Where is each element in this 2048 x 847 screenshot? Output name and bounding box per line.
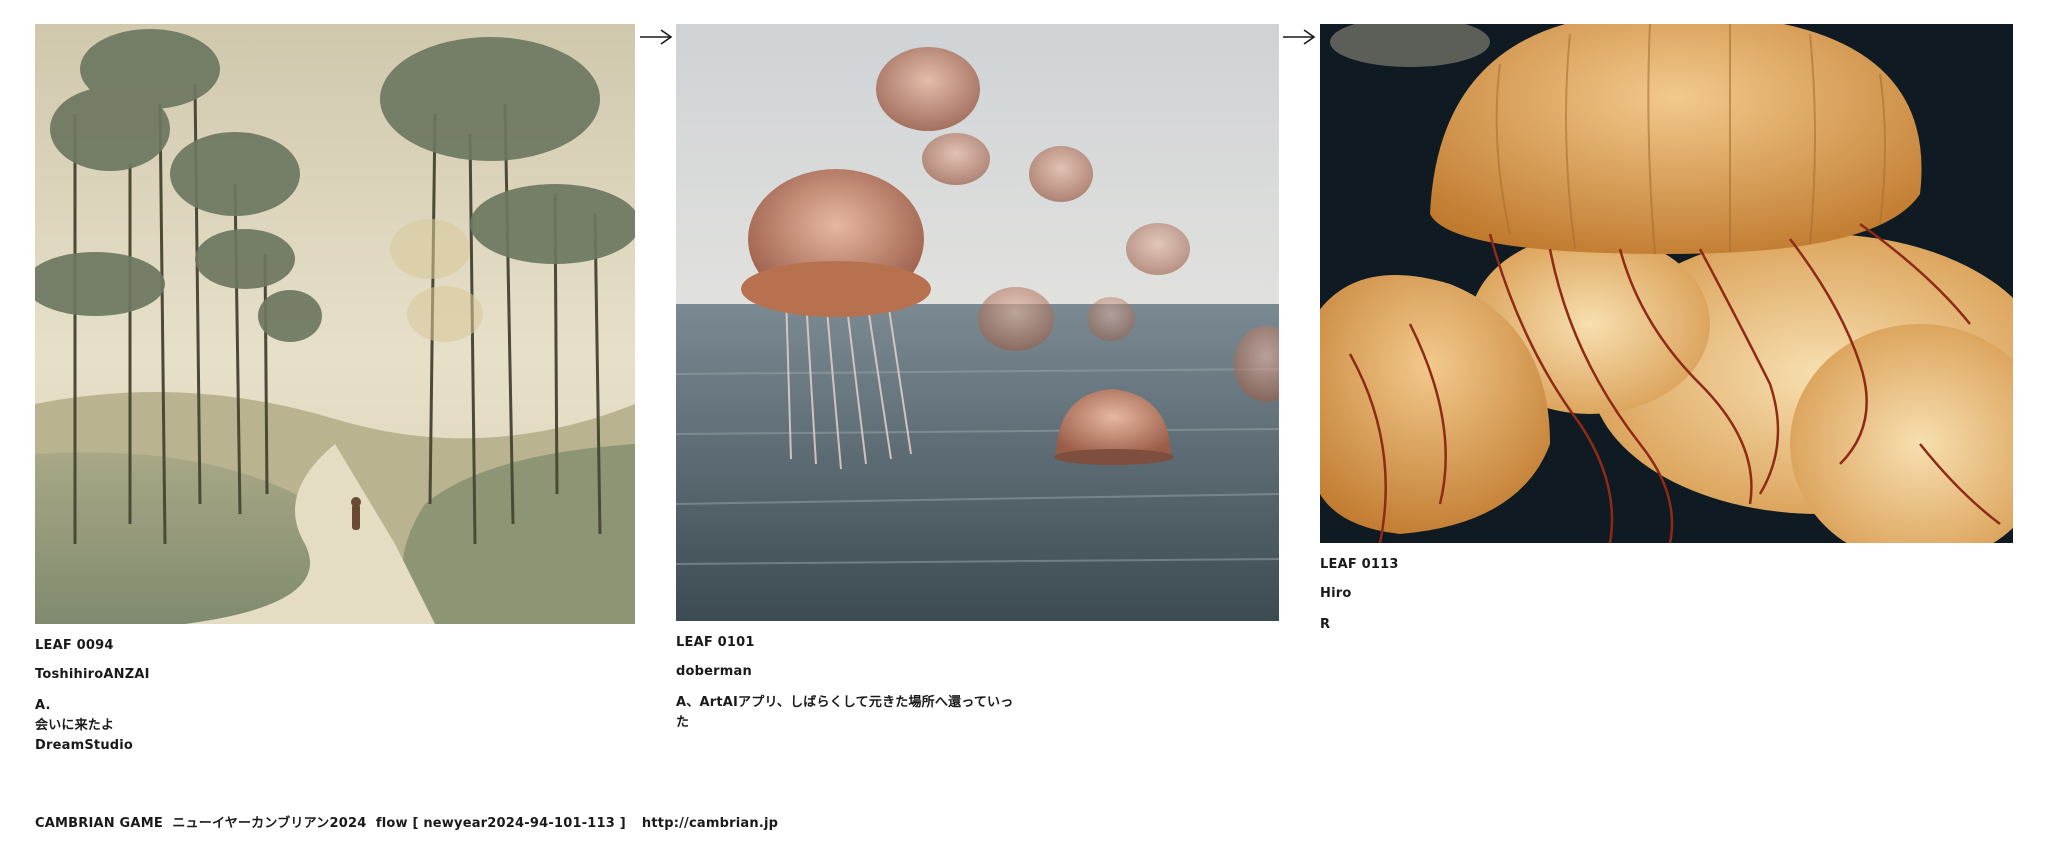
leaf-image-jellyfish-sea[interactable] — [676, 24, 1279, 621]
leaf-author[interactable]: doberman — [676, 664, 1279, 679]
leaf-id: LEAF 0101 — [676, 635, 755, 650]
leaf-id: LEAF 0113 — [1320, 557, 1399, 572]
right-arrow-icon — [640, 29, 673, 45]
leaf-id: LEAF 0094 — [35, 638, 114, 653]
site-link[interactable]: http://cambrian.jp — [642, 816, 778, 831]
leaf-comment: A. 会いに来たよ DreamStudio — [35, 698, 134, 753]
leaf-author[interactable]: Hiro — [1320, 586, 2013, 601]
leaf-card-0094: LEAF 0094 ToshihiroANZAI A. 会いに来たよ Dream… — [35, 24, 635, 756]
leaf-comment: A、ArtAIアプリ、しばらくして元きた場所へ還っていっ た — [676, 695, 1014, 730]
leaf-comment: R — [1320, 617, 1331, 632]
leaf-image-forest-path[interactable] — [35, 24, 635, 624]
leaf-card-0113: LEAF 0113 Hiro R — [1320, 24, 2013, 635]
flow-title: CAMBRIAN GAME ニューイヤーカンブリアン2024 flow [ ne… — [35, 816, 626, 831]
flow-footer: CAMBRIAN GAME ニューイヤーカンブリアン2024 flow [ ne… — [35, 812, 778, 831]
leaf-card-0101: LEAF 0101 doberman A、ArtAIアプリ、しばらくして元きた場… — [676, 24, 1279, 733]
leaf-author[interactable]: ToshihiroANZAI — [35, 667, 635, 682]
leaf-image-orange-jellyfish[interactable] — [1320, 24, 2013, 543]
right-arrow-icon — [1283, 29, 1316, 45]
